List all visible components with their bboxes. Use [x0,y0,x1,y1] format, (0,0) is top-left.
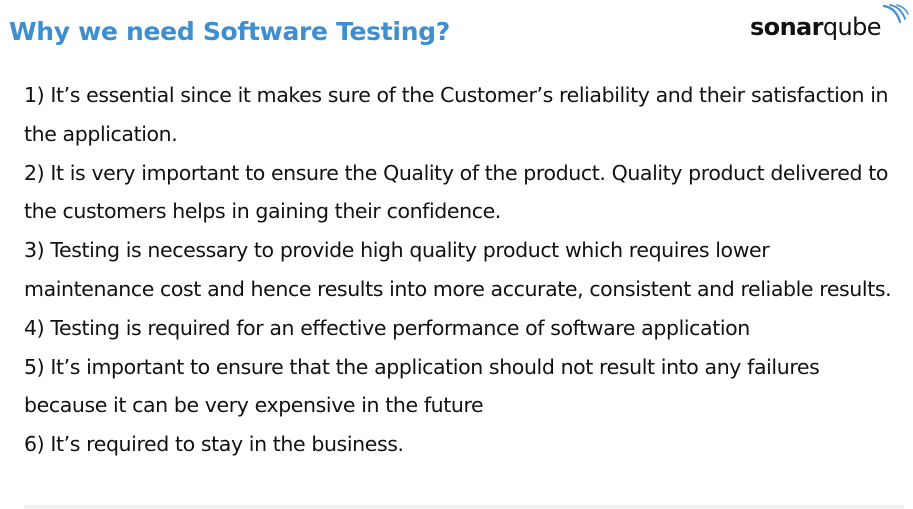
reason-item: 4) Testing is required for an effective … [24,315,750,340]
logo-wordmark: sonarqube [750,13,882,41]
footer-divider [24,505,904,509]
logo-wordmark-light: qube [822,13,882,41]
reason-item: 6) It’s required to stay in the business… [24,432,404,457]
reason-item: 2) It is very important to ensure the Qu… [24,160,888,224]
sound-waves-icon [882,4,909,24]
reason-item: 5) It’s important to ensure that the app… [24,354,820,418]
slide-title: Why we need Software Testing? [9,17,450,46]
slide: Why we need Software Testing? sonarqube … [0,0,913,509]
logo-wordmark-bold: sonar [750,13,824,41]
sonarqube-logo: sonarqube [750,4,910,42]
reason-item: 1) It’s essential since it makes sure of… [24,83,889,146]
reason-item: 3) Testing is necessary to provide high … [24,238,892,301]
reasons-list: 1) It’s essential since it makes sure of… [24,76,894,464]
